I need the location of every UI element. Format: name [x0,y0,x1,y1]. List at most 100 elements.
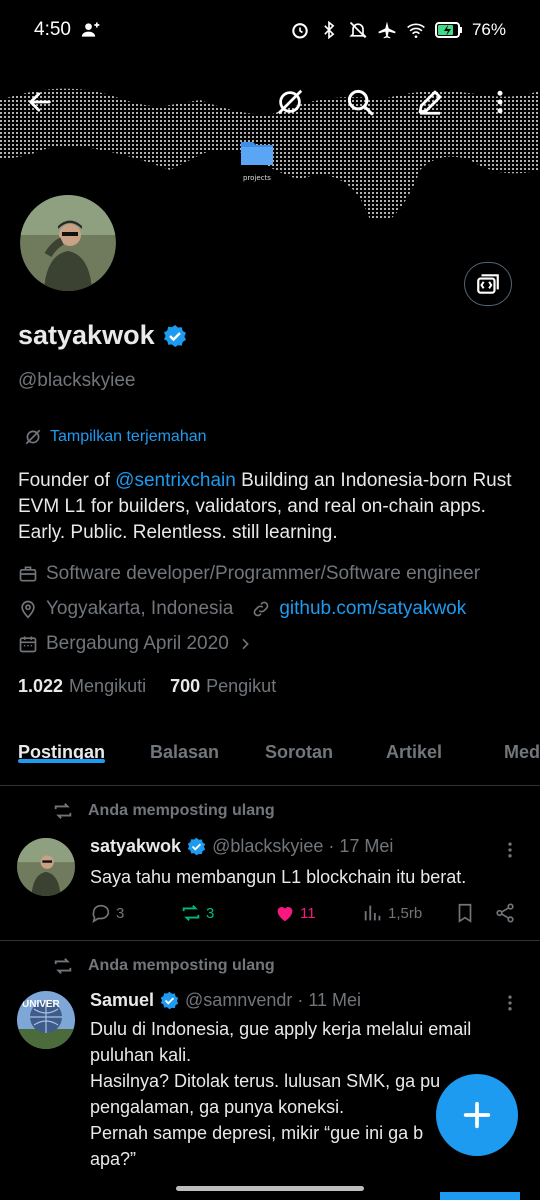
translate-label: Tampilkan terjemahan [50,428,207,445]
post-text: Saya tahu membangun L1 blockchain itu be… [90,867,467,887]
followers-count: 700 [170,676,201,696]
svg-text:UNIVER: UNIVER [22,999,61,1010]
tab-posts[interactable]: Postingan [18,722,106,763]
translate-icon [25,429,41,445]
battery-percent: 76% [471,20,506,39]
verified-badge-icon [160,991,179,1010]
post-author-name[interactable]: Samuel [90,990,154,1011]
analytics-icon [364,905,381,921]
profile-bio: Founder of @sentrixchain Building an Ind… [18,468,522,546]
like-button[interactable]: 11 [272,902,362,924]
repost-icon [182,905,200,921]
post-text-line: Dulu di Indonesia, gue apply kerja melal… [90,1019,472,1065]
repost-label: Anda memposting ulang [52,800,275,822]
grok-button[interactable] [268,80,312,124]
location-text: Yogyakarta, Indonesia [46,598,234,619]
repost-count: 3 [206,904,215,922]
profile-name-row: satyakwok [18,320,187,351]
avatar-photo [20,195,116,291]
post-author-name[interactable]: satyakwok [90,836,181,857]
plus-icon [463,1101,491,1129]
arrow-left-icon [29,92,51,112]
tab-replies[interactable]: Balasan [150,722,219,763]
profile-handle: @blackskyiee [18,370,136,391]
post-handle-date: @samnvendr · 11 Mei [185,990,362,1010]
post-avatar[interactable] [17,838,75,896]
following-count: 1.022 [18,676,64,696]
following-stat[interactable]: 1.022 Mengikuti [18,676,146,697]
profile-joined-row[interactable]: Bergabung April 2020 [18,633,253,655]
battery-icon [434,22,462,38]
heart-filled-icon [277,907,293,922]
folder-icon [241,142,273,165]
status-bar: 4:50 76% [0,0,540,60]
tab-media[interactable]: Media [504,722,540,763]
folder-label: projects [243,174,271,182]
bottom-blue-edge [440,1192,520,1200]
profile-tabs: Postingan Balasan Sorotan Artikel Media [0,722,540,786]
repost-icon [54,803,72,819]
search-button[interactable] [338,80,382,124]
edit-button[interactable] [408,80,452,124]
post-handle-date: @blackskyiee · 17 Mei [212,836,394,856]
profession-text: Software developer/Programmer/Software e… [46,563,481,584]
tab-articles[interactable]: Artikel [386,722,442,763]
post-more-icon[interactable] [500,993,520,1013]
post-header: satyakwok @blackskyiee · 17 Mei [90,836,393,857]
status-time: 4:50 [34,19,71,40]
compose-post-button[interactable] [436,1074,518,1156]
subscribe-button[interactable] [464,262,512,306]
back-button[interactable] [18,80,62,124]
view-count: 1,5rb [388,904,423,922]
post-item[interactable]: Anda memposting ulang UNIVER Samuel @sam… [0,941,540,1200]
show-translation-link[interactable]: Tampilkan terjemahan [24,428,207,446]
post-more-icon[interactable] [500,840,520,860]
following-label: Mengikuti [69,676,147,696]
verified-badge-icon [187,837,206,856]
joined-text: Bergabung April 2020 [46,633,229,654]
home-indicator[interactable] [176,1186,364,1191]
more-vertical-icon [497,90,503,114]
bookmark-icon[interactable] [454,902,476,924]
airplane-icon [378,21,396,39]
profile-stats: 1.022 Mengikuti 700 Pengikut [18,676,276,697]
share-icon[interactable] [494,902,516,924]
briefcase-icon [19,566,37,582]
post-item[interactable]: Anda memposting ulang satyakwok @blacksk… [0,786,540,940]
mute-icon [349,21,367,39]
profile-location-row: Yogyakarta, Indonesia github.com/satyakw… [18,598,466,620]
alarm-icon [292,23,308,39]
like-count: 11 [300,904,316,922]
repost-icon [54,958,72,974]
location-pin-icon [21,600,35,619]
wifi-icon [407,23,425,38]
reply-icon [92,904,110,923]
profile-profession-row: Software developer/Programmer/Software e… [18,563,480,585]
repost-label-text: Anda memposting ulang [88,802,275,819]
reply-count: 3 [116,904,125,922]
search-icon [347,89,374,116]
post-header: Samuel @samnvendr · 11 Mei [90,990,361,1011]
pencil-icon [418,90,442,115]
link-icon [253,601,269,617]
post-avatar[interactable]: UNIVER [17,991,75,1049]
tab-highlights[interactable]: Sorotan [265,722,333,763]
followers-stat[interactable]: 700 Pengikut [170,676,276,697]
repost-button[interactable]: 3 [180,902,272,924]
profile-avatar[interactable] [17,192,119,294]
chevron-right-icon [242,638,249,650]
grok-icon [277,89,303,115]
more-options-button[interactable] [478,80,522,124]
website-link[interactable]: github.com/satyakwok [279,598,466,620]
bio-mention-link[interactable]: @sentrixchain [115,470,236,491]
views-button[interactable]: 1,5rb [362,902,454,924]
repost-label-text: Anda memposting ulang [88,957,275,974]
reply-button[interactable]: 3 [90,902,180,924]
post-actions: 3 3 11 1,5rb [90,902,520,924]
profile-display-name: satyakwok [18,320,155,350]
repost-label: Anda memposting ulang [52,955,275,977]
calendar-icon [19,636,37,653]
bluetooth-icon [324,20,335,40]
followers-label: Pengikut [206,676,277,696]
account-add-icon [81,22,100,37]
